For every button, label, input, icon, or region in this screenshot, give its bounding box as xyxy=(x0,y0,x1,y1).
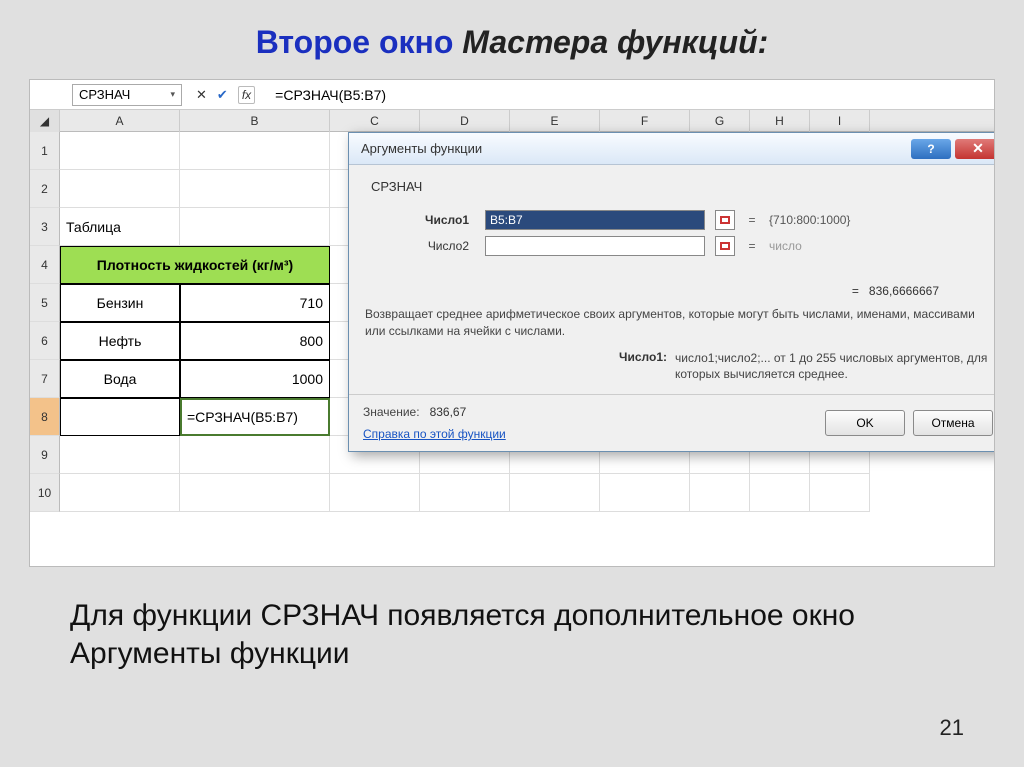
arg-detail: Число1: число1;число2;... от 1 до 255 чи… xyxy=(365,350,991,382)
value-label: Значение: xyxy=(363,405,420,419)
result-preview-line: = 836,6666667 xyxy=(365,284,991,298)
cell[interactable] xyxy=(60,398,180,436)
cell[interactable] xyxy=(510,474,600,512)
fx-icon[interactable]: fx xyxy=(238,86,255,104)
page-number: 21 xyxy=(940,715,964,741)
col-header[interactable]: A xyxy=(60,110,180,132)
table-header-cell[interactable]: Плотность жидкостей (кг/м³) xyxy=(60,246,330,284)
formula-bar-icons: ✕ ✔ fx xyxy=(182,86,269,104)
dialog-title: Аргументы функции xyxy=(355,141,907,156)
slide-title-italic: Мастера функций: xyxy=(462,24,768,60)
cell[interactable] xyxy=(180,474,330,512)
cell-value[interactable]: 800 xyxy=(180,322,330,360)
accept-icon[interactable]: ✔ xyxy=(217,87,228,103)
cell[interactable] xyxy=(750,474,810,512)
arg-detail-text: число1;число2;... от 1 до 255 числовых а… xyxy=(675,350,991,382)
select-all-corner[interactable]: ◢ xyxy=(30,110,60,132)
cell-name[interactable]: Бензин xyxy=(60,284,180,322)
ok-button[interactable]: OK xyxy=(825,410,905,436)
dialog-titlebar[interactable]: Аргументы функции ? ✕ xyxy=(349,133,995,165)
name-box-value: СРЗНАЧ xyxy=(79,87,130,102)
col-header[interactable]: E xyxy=(510,110,600,132)
cell[interactable] xyxy=(180,436,330,474)
col-header[interactable]: I xyxy=(810,110,870,132)
range-select-icon[interactable] xyxy=(715,210,735,230)
arg2-preview: число xyxy=(769,239,802,253)
function-description: Возвращает среднее арифметическое своих … xyxy=(365,306,991,340)
col-header[interactable]: D xyxy=(420,110,510,132)
row-header[interactable]: 6 xyxy=(30,322,60,360)
col-header[interactable]: F xyxy=(600,110,690,132)
result-value: 836,67 xyxy=(430,405,467,419)
col-header[interactable]: B xyxy=(180,110,330,132)
row-header[interactable]: 9 xyxy=(30,436,60,474)
row-header[interactable]: 7 xyxy=(30,360,60,398)
equals-icon: = xyxy=(745,213,759,227)
cell[interactable] xyxy=(60,474,180,512)
help-icon[interactable]: ? xyxy=(911,139,951,159)
active-cell[interactable]: =СРЗНАЧ(B5:B7) xyxy=(180,398,330,436)
row-header[interactable]: 4 xyxy=(30,246,60,284)
cell[interactable] xyxy=(420,474,510,512)
arg2-input[interactable] xyxy=(485,236,705,256)
cell[interactable] xyxy=(690,474,750,512)
cell-name[interactable]: Вода xyxy=(60,360,180,398)
formula-bar: СРЗНАЧ ▾ ✕ ✔ fx xyxy=(30,80,994,110)
close-icon[interactable]: ✕ xyxy=(955,139,995,159)
cell[interactable] xyxy=(330,474,420,512)
col-header[interactable]: H xyxy=(750,110,810,132)
cell[interactable] xyxy=(180,170,330,208)
cell[interactable] xyxy=(60,436,180,474)
cell-name[interactable]: Нефть xyxy=(60,322,180,360)
help-link[interactable]: Справка по этой функции xyxy=(363,427,506,441)
equals-icon: = xyxy=(745,239,759,253)
name-box[interactable]: СРЗНАЧ ▾ xyxy=(72,84,182,106)
column-headers: ◢ A B C D E F G H I xyxy=(30,110,994,132)
cell[interactable] xyxy=(810,474,870,512)
slide-title-blue: Второе окно xyxy=(256,24,463,60)
row-header[interactable]: 3 xyxy=(30,208,60,246)
slide-caption: Для функции СРЗНАЧ появляется дополнител… xyxy=(70,597,954,672)
arg1-preview: {710:800:1000} xyxy=(769,213,850,227)
name-box-dropdown-icon[interactable]: ▾ xyxy=(170,89,175,100)
excel-screenshot: СРЗНАЧ ▾ ✕ ✔ fx ◢ A B C D E F G H I xyxy=(29,79,995,567)
arg-label: Число2 xyxy=(365,239,475,253)
slide-title: Второе окно Мастера функций: xyxy=(28,24,996,61)
row-header[interactable]: 10 xyxy=(30,474,60,512)
range-select-icon[interactable] xyxy=(715,236,735,256)
formula-input[interactable] xyxy=(269,85,994,105)
cell[interactable] xyxy=(600,474,690,512)
arg-detail-key: Число1: xyxy=(365,350,675,382)
cancel-icon[interactable]: ✕ xyxy=(196,87,207,103)
cell-value[interactable]: 710 xyxy=(180,284,330,322)
row-header[interactable]: 8 xyxy=(30,398,60,436)
cancel-button[interactable]: Отмена xyxy=(913,410,993,436)
col-header[interactable]: C xyxy=(330,110,420,132)
cell[interactable] xyxy=(180,132,330,170)
row-header[interactable]: 1 xyxy=(30,132,60,170)
function-name: СРЗНАЧ xyxy=(365,175,991,204)
cell[interactable] xyxy=(180,208,330,246)
arg1-input[interactable] xyxy=(485,210,705,230)
cell[interactable] xyxy=(60,170,180,208)
cell-value[interactable]: 1000 xyxy=(180,360,330,398)
cell[interactable] xyxy=(60,132,180,170)
arg-label: Число1 xyxy=(365,213,475,227)
function-arguments-dialog: Аргументы функции ? ✕ СРЗНАЧ Число1 = {7… xyxy=(348,132,995,452)
result-preview: 836,6666667 xyxy=(869,284,939,298)
row-header[interactable]: 2 xyxy=(30,170,60,208)
row-header[interactable]: 5 xyxy=(30,284,60,322)
col-header[interactable]: G xyxy=(690,110,750,132)
cell-table-label[interactable]: Таблица xyxy=(60,208,180,246)
